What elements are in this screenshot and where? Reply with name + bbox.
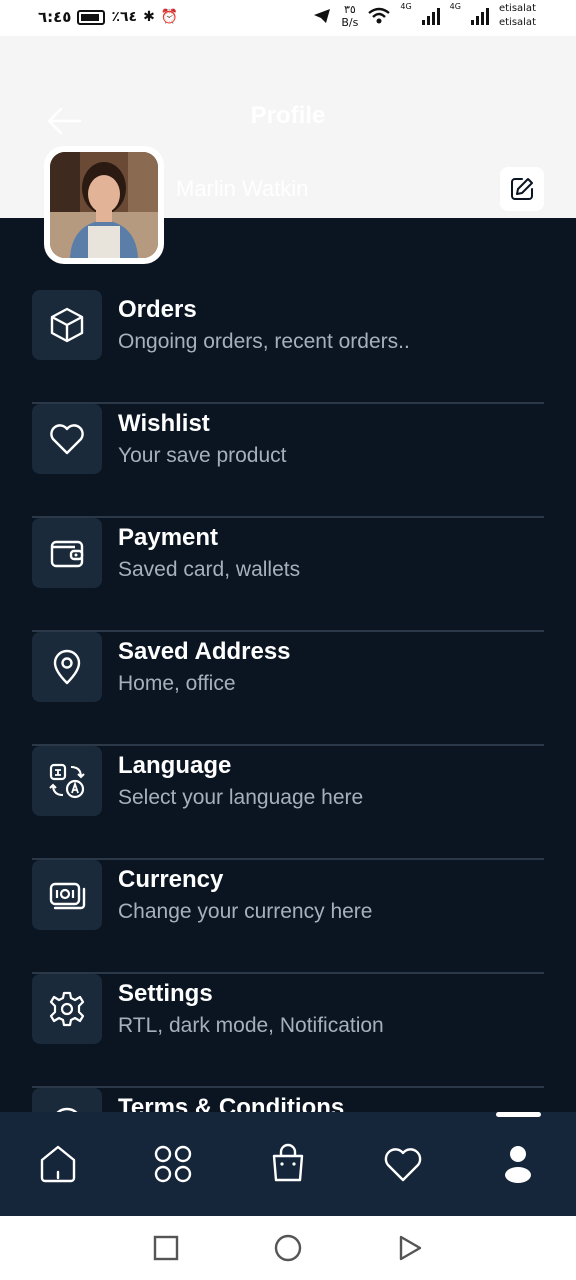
menu-item-label: Saved Address bbox=[118, 638, 291, 665]
menu-item-terms[interactable]: Terms & Conditions bbox=[32, 1088, 544, 1112]
translate-icon bbox=[49, 763, 85, 799]
menu-item-label: Settings bbox=[118, 980, 213, 1007]
menu-item-label: Currency bbox=[118, 866, 224, 893]
heart-icon bbox=[50, 424, 84, 455]
menu-item-currency[interactable]: Currency Change your currency here bbox=[32, 860, 544, 974]
status-left: ٦:٤٥ ٪٦٤ ✱ ⏰ bbox=[38, 8, 178, 26]
profile-menu: Orders Ongoing orders, recent orders.. W… bbox=[0, 218, 576, 1112]
network-type-2: 4G bbox=[449, 2, 461, 11]
home-icon bbox=[40, 1145, 76, 1183]
menu-icon-box bbox=[32, 974, 102, 1044]
signal-icon-1 bbox=[421, 7, 440, 25]
menu-icon-box bbox=[32, 632, 102, 702]
menu-item-subtitle: Home, office bbox=[118, 672, 236, 695]
telegram-icon bbox=[314, 9, 331, 23]
menu-icon-box bbox=[32, 518, 102, 588]
categories-icon bbox=[154, 1145, 192, 1183]
menu-item-label: Language bbox=[118, 752, 232, 779]
speed-unit: B/s bbox=[341, 16, 359, 29]
carriers: etisalat etisalat bbox=[499, 2, 536, 30]
status-right: ٣٥ B/s 4G 4G etisalat etisalat bbox=[313, 2, 536, 30]
gear-icon bbox=[49, 991, 85, 1027]
network-type-1: 4G bbox=[400, 2, 412, 11]
menu-item-label: Payment bbox=[118, 524, 219, 551]
menu-icon-box bbox=[32, 746, 102, 816]
circle-icon bbox=[274, 1234, 302, 1262]
bottom-navigation bbox=[0, 1112, 576, 1216]
battery-icon bbox=[77, 9, 106, 25]
nav-cart[interactable] bbox=[262, 1138, 314, 1190]
menu-item-language[interactable]: Language Select your language here bbox=[32, 746, 544, 860]
menu-icon-box bbox=[32, 404, 102, 474]
menu-icon-box bbox=[32, 1088, 102, 1112]
menu-item-subtitle: Select your language here bbox=[118, 786, 364, 809]
menu-item-settings[interactable]: Settings RTL, dark mode, Notification bbox=[32, 974, 544, 1088]
signal-icon-2 bbox=[470, 7, 489, 25]
triangle-icon bbox=[399, 1235, 422, 1261]
menu-item-payment[interactable]: Payment Saved card, wallets bbox=[32, 518, 544, 632]
menu-item-subtitle: RTL, dark mode, Notification bbox=[118, 1014, 384, 1037]
menu-item-label: Orders bbox=[118, 296, 197, 323]
status-time: ٦:٤٥ bbox=[38, 8, 72, 26]
menu-item-label: Wishlist bbox=[118, 410, 210, 437]
money-icon bbox=[49, 882, 86, 910]
nav-wishlist[interactable] bbox=[377, 1138, 429, 1190]
menu-item-label: Terms & Conditions bbox=[118, 1094, 345, 1112]
wifi-icon bbox=[368, 7, 391, 24]
menu-item-subtitle: Change your currency here bbox=[118, 900, 373, 923]
status-battery-percent: ٪٦٤ bbox=[111, 9, 138, 25]
nav-categories[interactable] bbox=[147, 1138, 199, 1190]
recent-apps-button[interactable] bbox=[150, 1232, 182, 1264]
alarm-icon: ⏰ bbox=[160, 9, 179, 25]
page-title: Profile bbox=[250, 102, 326, 129]
carrier-1: etisalat bbox=[498, 3, 536, 14]
system-navigation-bar bbox=[0, 1216, 576, 1280]
menu-item-subtitle: Your save product bbox=[118, 444, 287, 467]
back-system-button[interactable] bbox=[394, 1232, 426, 1264]
profile-icon bbox=[505, 1146, 531, 1183]
active-tab-indicator bbox=[496, 1112, 541, 1117]
info-icon bbox=[56, 1107, 78, 1112]
menu-item-subtitle: Saved card, wallets bbox=[118, 558, 301, 581]
network-speed: ٣٥ B/s bbox=[341, 3, 358, 29]
avatar-photo bbox=[50, 152, 158, 258]
avatar[interactable] bbox=[44, 146, 164, 264]
edit-profile-button[interactable] bbox=[500, 167, 544, 211]
bluetooth-icon: ✱ bbox=[143, 9, 155, 25]
menu-item-saved-address[interactable]: Saved Address Home, office bbox=[32, 632, 544, 746]
speed-value: ٣٥ bbox=[343, 3, 356, 16]
nav-home[interactable] bbox=[32, 1138, 84, 1190]
edit-icon bbox=[511, 178, 533, 200]
user-name: Marlin Watkin bbox=[176, 176, 309, 201]
nav-profile[interactable] bbox=[492, 1138, 544, 1190]
heart-icon bbox=[384, 1148, 422, 1182]
menu-item-orders[interactable]: Orders Ongoing orders, recent orders.. bbox=[32, 290, 544, 404]
bag-icon bbox=[272, 1143, 304, 1182]
status-bar: ٦:٤٥ ٪٦٤ ✱ ⏰ ٣٥ B/s 4G 4G etisalat etisa… bbox=[0, 0, 576, 36]
carrier-2: etisalat bbox=[498, 17, 536, 28]
menu-icon-box bbox=[32, 860, 102, 930]
wallet-icon bbox=[50, 540, 84, 568]
menu-icon-box bbox=[32, 290, 102, 360]
square-icon bbox=[153, 1235, 179, 1261]
box-icon bbox=[50, 307, 84, 343]
menu-item-wishlist[interactable]: Wishlist Your save product bbox=[32, 404, 544, 518]
home-system-button[interactable] bbox=[272, 1232, 304, 1264]
menu-item-subtitle: Ongoing orders, recent orders.. bbox=[118, 330, 410, 353]
location-pin-icon bbox=[53, 649, 81, 685]
